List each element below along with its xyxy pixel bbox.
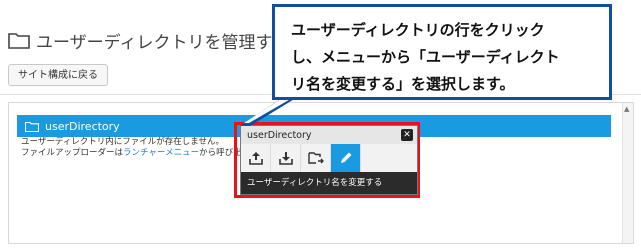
info-line-2: ファイルアップローダーはランチャーメニューから呼び出します — [21, 148, 267, 159]
context-menu-title: userDirectory — [247, 129, 312, 141]
rename-pencil-icon — [340, 152, 351, 163]
page-header: ユーザーディレクトリを管理する — [8, 26, 289, 54]
rename-button[interactable] — [331, 144, 361, 172]
move-folder-button[interactable] — [301, 144, 331, 172]
launcher-menu-link[interactable]: ランチャーメニュー — [123, 148, 199, 158]
info-line-2-prefix: ファイルアップローダーは — [21, 148, 124, 158]
scroll-up-icon[interactable]: ▲ — [624, 105, 629, 113]
upload-icon — [248, 152, 263, 165]
folder-icon — [25, 121, 39, 132]
download-icon — [278, 152, 293, 165]
folder-icon — [8, 33, 30, 49]
move-folder-icon — [307, 152, 324, 164]
scrollbar[interactable]: ▲ — [622, 103, 633, 243]
context-menu-header: userDirectory ✕ — [241, 126, 417, 144]
download-button[interactable] — [271, 144, 301, 172]
close-icon[interactable]: ✕ — [401, 129, 413, 141]
upload-button[interactable] — [241, 144, 271, 172]
instruction-callout: ユーザーディレクトリの行をクリック し、メニューから「ユーザーディレクト リ名を… — [272, 4, 612, 100]
instruction-line-2: し、メニューから「ユーザーディレクト — [291, 48, 560, 66]
context-menu-toolbar — [241, 144, 417, 172]
instruction-line-1: ユーザーディレクトリの行をクリック — [291, 21, 545, 39]
info-line-1: ユーザーディレクトリ内にファイルが存在しません。 — [21, 137, 224, 147]
page-title: ユーザーディレクトリを管理する — [36, 32, 290, 53]
back-to-site-structure-button[interactable]: サイト構成に戻る — [8, 64, 108, 86]
empty-directory-info: ユーザーディレクトリ内にファイルが存在しません。 ファイルアップローダーはランチ… — [21, 137, 267, 159]
context-menu-caption: ユーザーディレクトリ名を変更する — [247, 178, 383, 188]
instruction-line-3: リ名を変更する」を選択します。 — [291, 75, 515, 93]
directory-name: userDirectory — [45, 119, 120, 133]
directory-context-menu: userDirectory ✕ ユーザーディレクトリ名を変更する — [240, 125, 418, 195]
